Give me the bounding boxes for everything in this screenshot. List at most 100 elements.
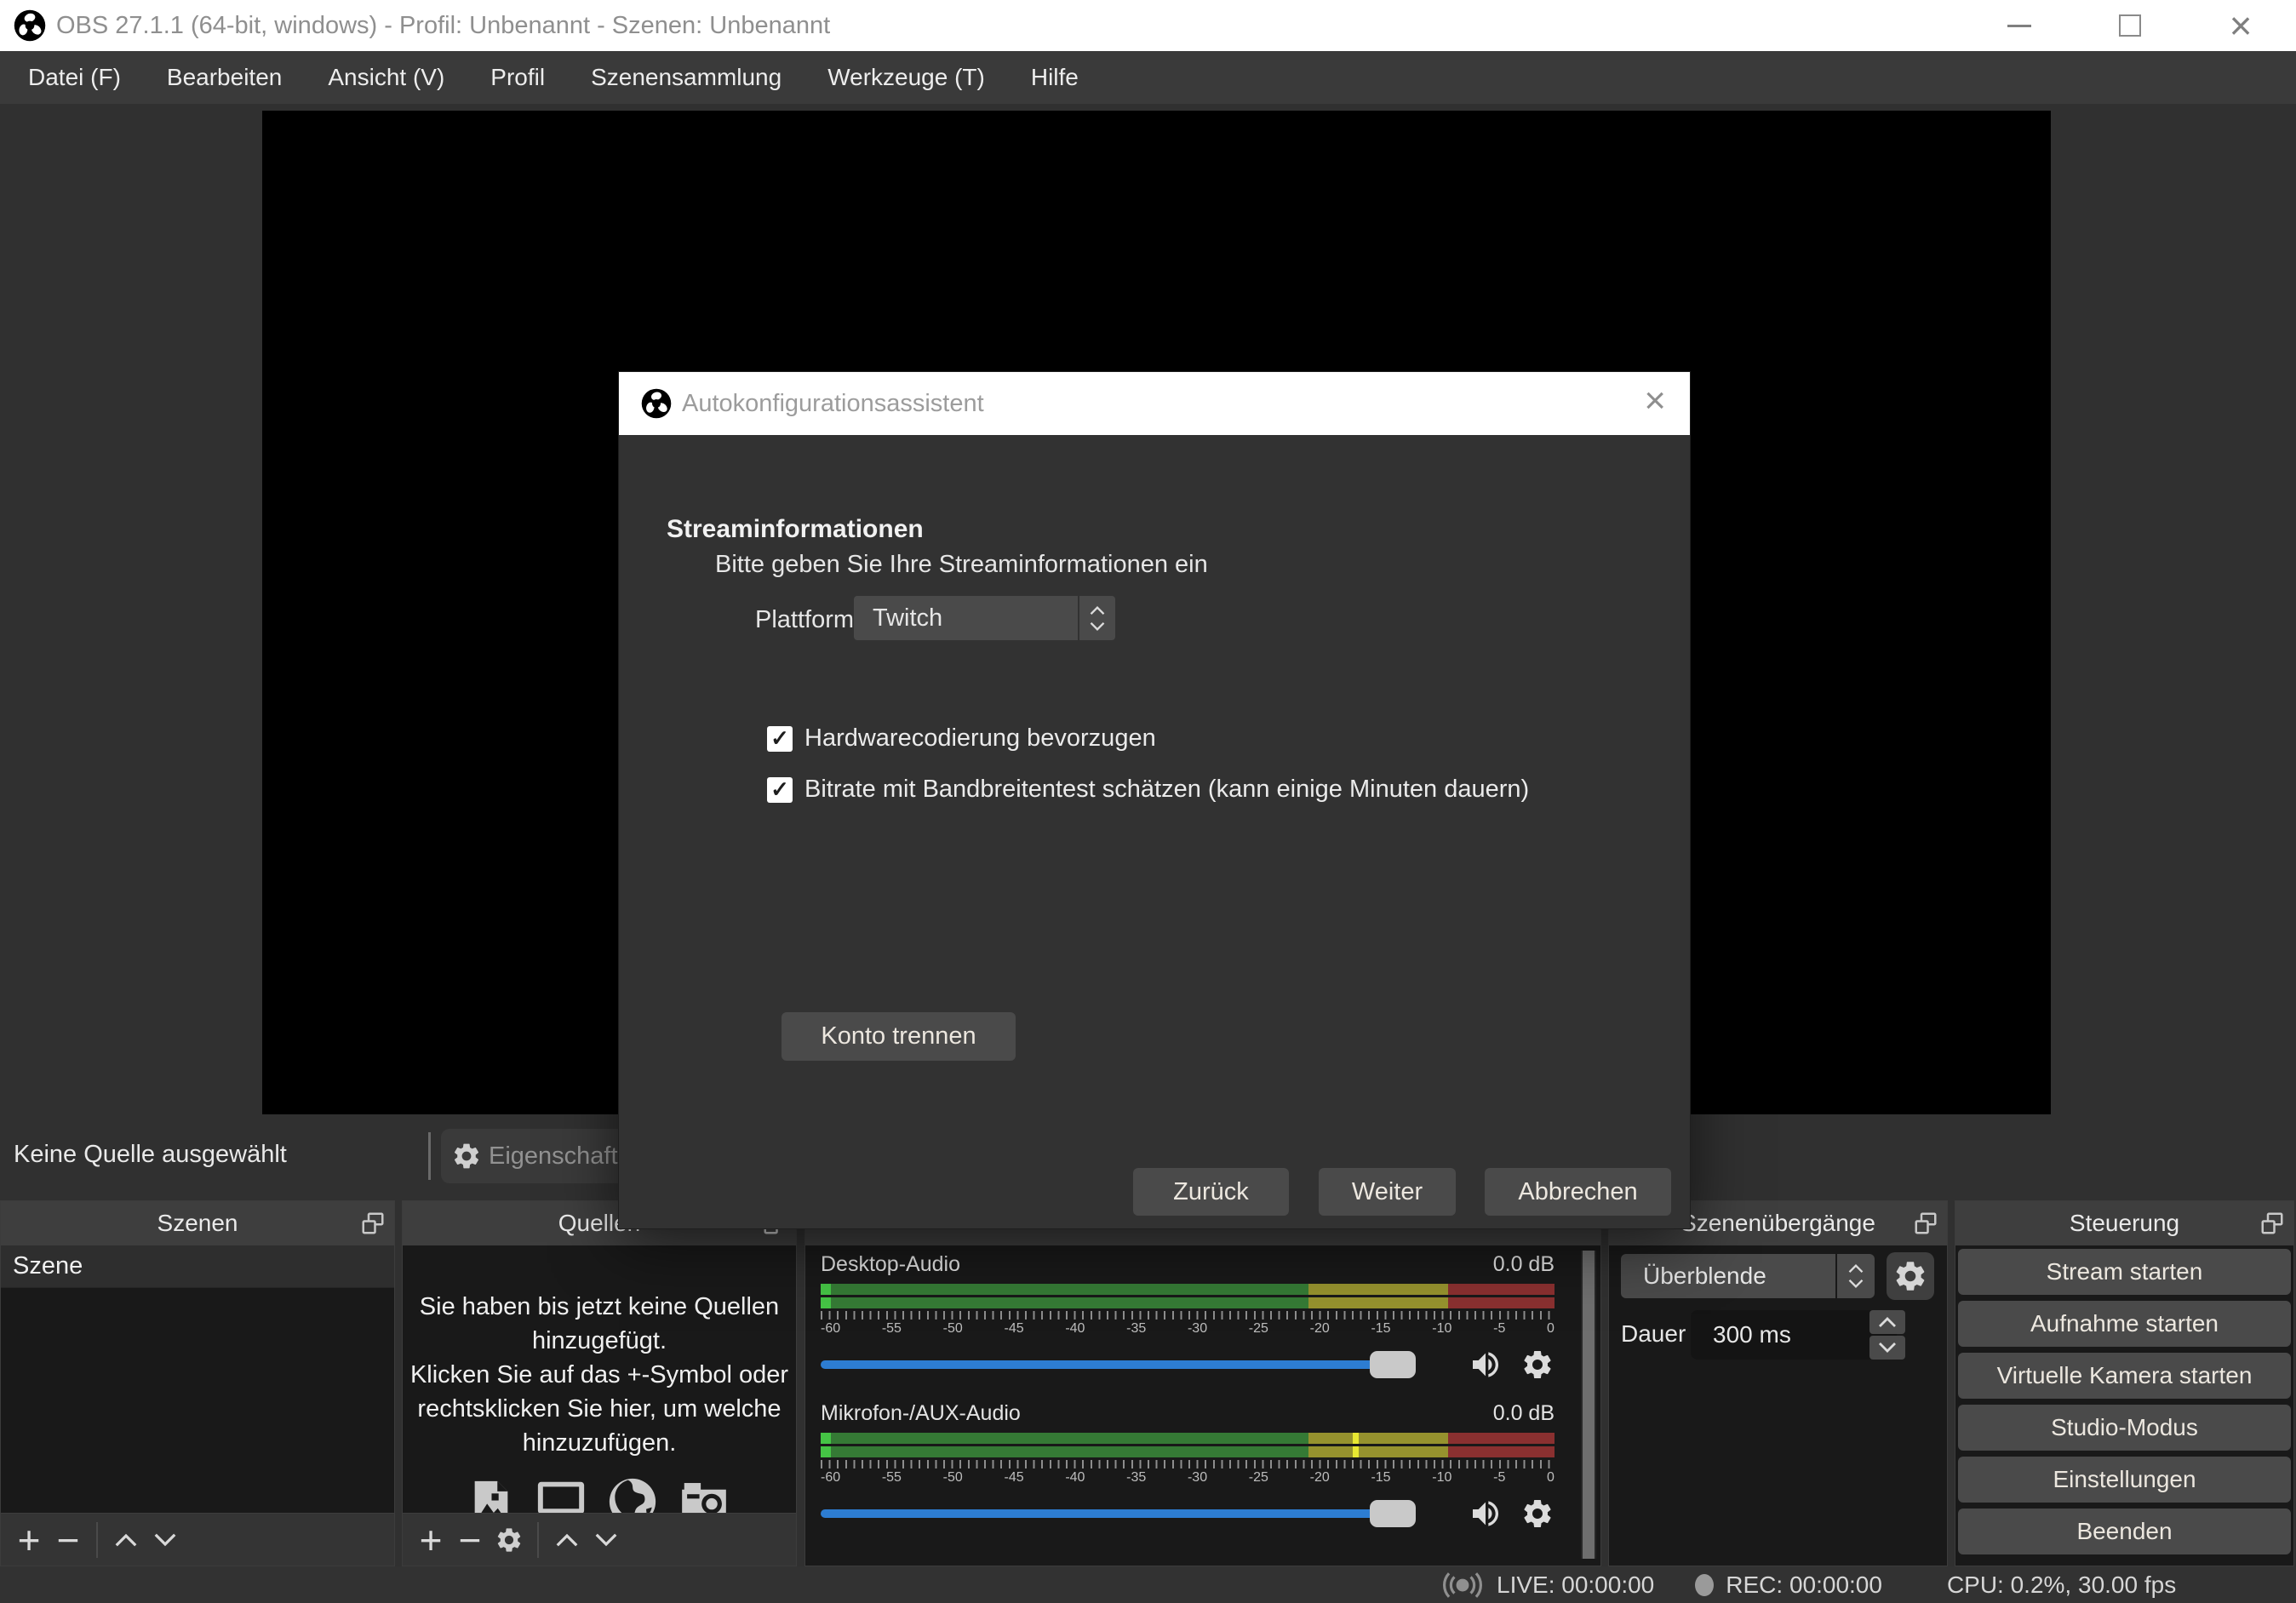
cancel-button[interactable]: Abbrechen [1485,1168,1671,1216]
duration-input[interactable]: 300 ms [1691,1310,1897,1360]
platform-value: Twitch [873,604,943,632]
source-properties-button[interactable] [490,1520,529,1560]
source-down-button[interactable] [587,1520,626,1560]
volume-slider[interactable] [821,1350,1451,1379]
gear-icon [454,1143,479,1169]
maximize-icon [2119,14,2141,37]
start-recording-button[interactable]: Aufnahme starten [1958,1301,2291,1347]
empty-line: Klicken Sie auf das +-Symbol oder [409,1361,789,1389]
transition-settings-button[interactable] [1887,1252,1934,1300]
controls-panel-header: Steuerung [1955,1201,2293,1245]
meter-peak-marker [1352,1446,1359,1457]
duration-down-button[interactable] [1869,1336,1905,1360]
live-time: LIVE: 00:00:00 [1497,1571,1655,1598]
menu-profil[interactable]: Profil [467,51,568,104]
bandwidth-test-label[interactable]: Bitrate mit Bandbreitentest schätzen (ka… [804,776,1529,804]
dialog-close-button[interactable]: × [1644,382,1666,420]
popout-icon[interactable] [360,1211,386,1236]
slider-fill [821,1360,1394,1369]
hardware-encoding-checkbox[interactable]: ✓ [767,725,793,752]
hardware-encoding-label[interactable]: Hardwarecodierung bevorzugen [804,724,1156,753]
remove-scene-button[interactable]: − [49,1520,88,1560]
rec-time: REC: 00:00:00 [1726,1571,1882,1598]
scenes-panel-header: Szenen [1,1201,394,1245]
menu-bearbeiten[interactable]: Bearbeiten [144,51,305,104]
speaker-icon[interactable] [1466,1497,1505,1531]
mixer-scrollbar[interactable] [1581,1251,1596,1559]
disconnect-account-button[interactable]: Konto trennen [782,1012,1016,1061]
meter-tick-marks [821,1311,1555,1320]
obs-window: OBS 27.1.1 (64-bit, windows) - Profil: U… [0,0,2296,1603]
menu-datei[interactable]: Datei (F) [5,51,144,104]
bandwidth-test-checkbox[interactable]: ✓ [767,776,793,803]
duration-value: 300 ms [1713,1321,1791,1348]
menu-werkzeuge[interactable]: Werkzeuge (T) [804,51,1008,104]
chevron-down-icon [595,1533,617,1546]
menu-ansicht[interactable]: Ansicht (V) [305,51,467,104]
empty-line: hinzugefügt. [531,1327,667,1355]
start-virtual-camera-button[interactable]: Virtuelle Kamera starten [1958,1353,2291,1399]
chevron-up-icon [1848,1264,1864,1273]
scenes-panel: Szenen Szene + − [0,1200,395,1566]
gear-icon[interactable] [1520,1497,1555,1531]
platform-select[interactable]: Twitch [854,596,1078,640]
menu-szenensammlung[interactable]: Szenensammlung [568,51,804,104]
volume-slider[interactable] [821,1499,1451,1528]
broadcast-icon [1443,1572,1482,1598]
channel-level: 0.0 dB [1492,1252,1555,1276]
minus-icon: − [458,1517,482,1562]
meter-tick-marks [821,1460,1555,1468]
maximize-button[interactable] [2075,0,2185,51]
minimize-button[interactable] [1964,0,2075,51]
transitions-panel: Szenenübergänge Überblende Dauer 300 ms [1608,1200,1948,1566]
scene-up-button[interactable] [106,1520,146,1560]
meter-live-level [821,1284,831,1295]
minimize-icon [2007,24,2031,27]
studio-mode-button[interactable]: Studio-Modus [1958,1405,2291,1451]
gear-icon[interactable] [1520,1348,1555,1382]
exit-button[interactable]: Beenden [1958,1509,2291,1554]
speaker-icon[interactable] [1466,1348,1505,1382]
platform-select-spinner[interactable] [1079,596,1115,640]
slider-handle[interactable] [1370,1500,1417,1527]
source-up-button[interactable] [547,1520,587,1560]
no-source-label: Keine Quelle ausgewählt [14,1141,287,1168]
toolbar-separator [96,1521,98,1558]
close-button[interactable]: × [2185,0,2296,51]
menu-hilfe[interactable]: Hilfe [1008,51,1102,104]
chevron-down-icon [154,1533,176,1546]
scene-down-button[interactable] [146,1520,185,1560]
sources-toolbar: + − [403,1513,796,1566]
scrollbar-thumb[interactable] [1583,1251,1595,1559]
remove-source-button[interactable]: − [450,1520,490,1560]
mixer-channel-desktop: Desktop-Audio 0.0 dB -60 -55 -50 -45 -40 -35-… [821,1252,1555,1379]
plus-icon: + [17,1517,41,1562]
start-streaming-button[interactable]: Stream starten [1958,1249,2291,1295]
add-scene-button[interactable]: + [9,1520,49,1560]
scene-list-item[interactable]: Szene [1,1245,394,1288]
back-button[interactable]: Zurück [1133,1168,1289,1216]
slider-handle[interactable] [1370,1351,1417,1378]
empty-line: rechtsklicken Sie hier, um welche [417,1395,782,1423]
scene-name: Szene [13,1252,83,1280]
scenes-panel-title: Szenen [157,1210,238,1236]
dialog-body: Streaminformationen Bitte geben Sie Ihre… [619,435,1690,1228]
sources-empty-message: Sie haben bis jetzt keine Quellen hinzug… [403,1245,796,1460]
platform-label: Plattform [755,606,855,633]
popout-icon[interactable] [1913,1211,1938,1236]
title-bar: OBS 27.1.1 (64-bit, windows) - Profil: U… [0,0,2296,51]
controls-panel-title: Steuerung [2069,1210,2180,1236]
add-source-button[interactable]: + [411,1520,450,1560]
transition-select[interactable]: Überblende [1621,1254,1835,1298]
toolbar-separator [537,1521,539,1558]
gear-icon [497,1527,521,1552]
duration-up-button[interactable] [1869,1310,1905,1334]
minus-icon: − [56,1517,80,1562]
settings-button[interactable]: Einstellungen [1958,1457,2291,1503]
chevron-down-icon [1879,1343,1896,1353]
popout-icon[interactable] [2259,1211,2285,1236]
audio-mixer-panel: Desktop-Audio 0.0 dB -60 -55 -50 -45 -40 -35-… [804,1200,1601,1566]
next-button[interactable]: Weiter [1319,1168,1456,1216]
transition-select-spinner[interactable] [1837,1254,1875,1298]
channel-name: Mikrofon-/AUX-Audio [821,1401,1021,1425]
